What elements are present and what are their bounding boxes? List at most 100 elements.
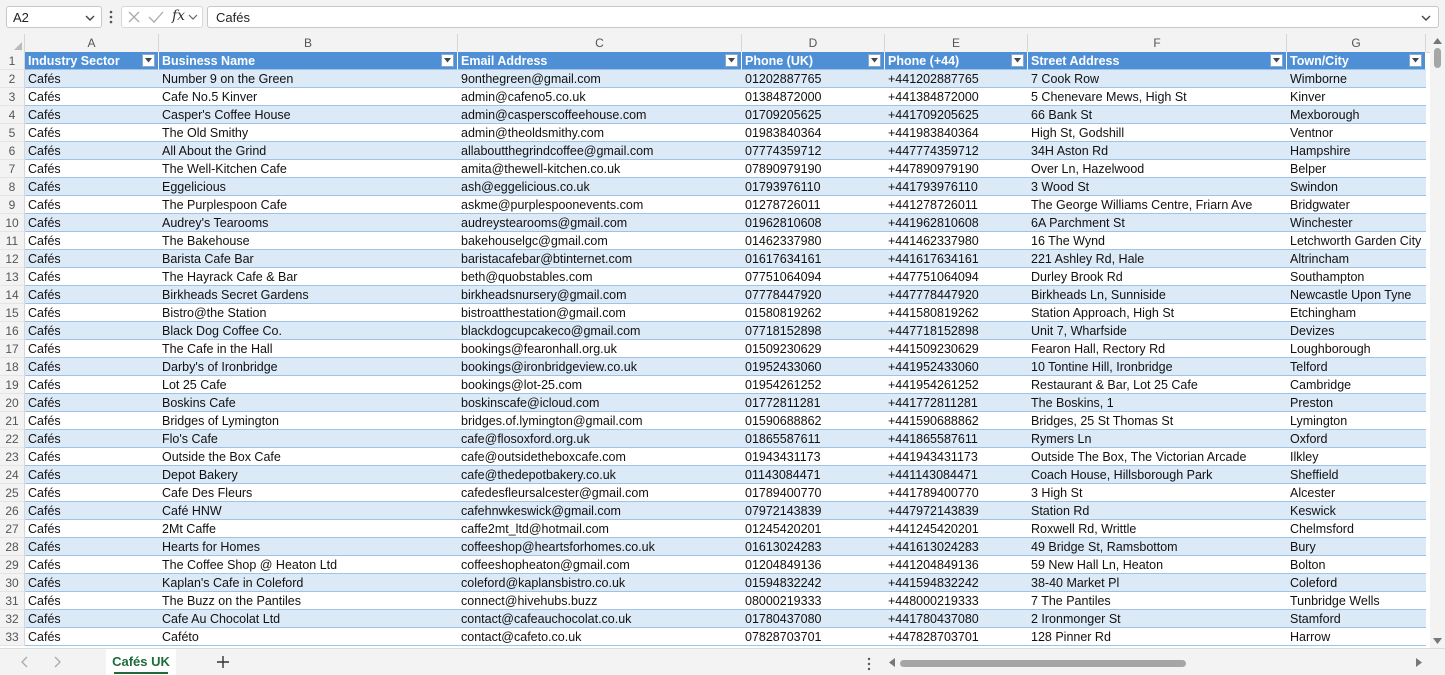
table-cell[interactable]: Café HNW	[159, 502, 458, 520]
row-number[interactable]: 24	[0, 466, 25, 484]
table-cell[interactable]: Cafés	[25, 322, 159, 340]
table-cell[interactable]: +441204849136	[885, 556, 1028, 574]
table-cell[interactable]: baristacafebar@btinternet.com	[458, 250, 742, 268]
table-cell[interactable]: admin@theoldsmithy.com	[458, 124, 742, 142]
column-header-c[interactable]: C	[458, 34, 742, 52]
row-number[interactable]: 4	[0, 106, 25, 124]
table-cell[interactable]: cafe@thedepotbakery.co.uk	[458, 466, 742, 484]
table-cell[interactable]: +447751064094	[885, 268, 1028, 286]
table-cell[interactable]: allaboutthegrindcoffee@gmail.com	[458, 142, 742, 160]
table-cell[interactable]: Cafés	[25, 538, 159, 556]
table-cell[interactable]: Number 9 on the Green	[159, 70, 458, 88]
table-cell[interactable]: coleford@kaplansbistro.co.uk	[458, 574, 742, 592]
scroll-down-icon[interactable]	[1433, 638, 1442, 645]
table-cell[interactable]: 01204849136	[742, 556, 885, 574]
row-number[interactable]: 10	[0, 214, 25, 232]
table-cell[interactable]: cafe@flosoxford.org.uk	[458, 430, 742, 448]
table-cell[interactable]: Devizes	[1287, 322, 1426, 340]
row-number[interactable]: 19	[0, 376, 25, 394]
table-cell[interactable]: Ilkley	[1287, 448, 1426, 466]
table-cell[interactable]: bakehouselgc@gmail.com	[458, 232, 742, 250]
table-cell[interactable]: birkheadsnursery@gmail.com	[458, 286, 742, 304]
chevron-down-icon[interactable]	[84, 12, 96, 24]
table-cell[interactable]: Chelmsford	[1287, 520, 1426, 538]
table-cell[interactable]: Cafés	[25, 394, 159, 412]
table-cell[interactable]: 07774359712	[742, 142, 885, 160]
table-cell[interactable]: The Bakehouse	[159, 232, 458, 250]
table-cell[interactable]: 7 Cook Row	[1028, 70, 1287, 88]
table-cell[interactable]: 07778447920	[742, 286, 885, 304]
table-cell[interactable]: 07751064094	[742, 268, 885, 286]
table-cell[interactable]: +441780437080	[885, 610, 1028, 628]
horizontal-scrollbar[interactable]	[900, 660, 1410, 667]
table-cell[interactable]: Cafés	[25, 466, 159, 484]
row-number[interactable]: 27	[0, 520, 25, 538]
table-cell[interactable]: 66 Bank St	[1028, 106, 1287, 124]
column-title-cell[interactable]: Phone (UK)	[742, 52, 885, 70]
table-cell[interactable]: +441245420201	[885, 520, 1028, 538]
table-cell[interactable]: Cafés	[25, 304, 159, 322]
table-cell[interactable]: +448000219333	[885, 592, 1028, 610]
table-cell[interactable]: Tunbridge Wells	[1287, 592, 1426, 610]
row-number[interactable]: 11	[0, 232, 25, 250]
row-number[interactable]: 18	[0, 358, 25, 376]
table-cell[interactable]: contact@cafeto.co.uk	[458, 628, 742, 646]
table-cell[interactable]: 01590688862	[742, 412, 885, 430]
table-cell[interactable]: Kaplan's Cafe in Coleford	[159, 574, 458, 592]
table-cell[interactable]: +441943431173	[885, 448, 1028, 466]
table-cell[interactable]: 01709205625	[742, 106, 885, 124]
filter-dropdown-button[interactable]	[441, 54, 454, 67]
row-number[interactable]: 5	[0, 124, 25, 142]
table-cell[interactable]: 01462337980	[742, 232, 885, 250]
table-cell[interactable]: 01594832242	[742, 574, 885, 592]
table-cell[interactable]: Cafés	[25, 70, 159, 88]
table-cell[interactable]: Station Approach, High St	[1028, 304, 1287, 322]
table-cell[interactable]: +441143084471	[885, 466, 1028, 484]
table-cell[interactable]: The Old Smithy	[159, 124, 458, 142]
column-header-d[interactable]: D	[742, 34, 885, 52]
table-cell[interactable]: 128 Pinner Rd	[1028, 628, 1287, 646]
column-title-cell[interactable]: Business Name	[159, 52, 458, 70]
select-all-corner[interactable]	[0, 34, 25, 52]
table-cell[interactable]: +441509230629	[885, 340, 1028, 358]
filter-dropdown-button[interactable]	[725, 54, 738, 67]
table-cell[interactable]: Cafés	[25, 412, 159, 430]
table-cell[interactable]: bistroatthestation@gmail.com	[458, 304, 742, 322]
table-cell[interactable]: 221 Ashley Rd, Hale	[1028, 250, 1287, 268]
scroll-up-icon[interactable]	[1433, 37, 1442, 44]
table-cell[interactable]: Cafés	[25, 484, 159, 502]
row-number[interactable]: 2	[0, 70, 25, 88]
table-cell[interactable]: 01143084471	[742, 466, 885, 484]
table-cell[interactable]: Barista Cafe Bar	[159, 250, 458, 268]
table-cell[interactable]: The Purplespoon Cafe	[159, 196, 458, 214]
vertical-scroll-thumb[interactable]	[1434, 48, 1441, 68]
table-cell[interactable]: Depot Bakery	[159, 466, 458, 484]
table-cell[interactable]: 59 New Hall Ln, Heaton	[1028, 556, 1287, 574]
table-cell[interactable]: Cambridge	[1287, 376, 1426, 394]
table-cell[interactable]: 01278726011	[742, 196, 885, 214]
table-cell[interactable]: +441772811281	[885, 394, 1028, 412]
more-options-icon[interactable]	[866, 657, 872, 671]
table-cell[interactable]: connect@hivehubs.buzz	[458, 592, 742, 610]
table-cell[interactable]: +441983840364	[885, 124, 1028, 142]
table-cell[interactable]: Cafe Des Fleurs	[159, 484, 458, 502]
table-cell[interactable]: Durley Brook Rd	[1028, 268, 1287, 286]
table-cell[interactable]: Roxwell Rd, Writtle	[1028, 520, 1287, 538]
row-number[interactable]: 30	[0, 574, 25, 592]
table-cell[interactable]: 49 Bridge St, Ramsbottom	[1028, 538, 1287, 556]
table-cell[interactable]: +447828703701	[885, 628, 1028, 646]
table-cell[interactable]: bookings@ironbridgeview.co.uk	[458, 358, 742, 376]
table-cell[interactable]: +441789400770	[885, 484, 1028, 502]
table-cell[interactable]: Cafés	[25, 286, 159, 304]
table-cell[interactable]: Bridges, 25 St Thomas St	[1028, 412, 1287, 430]
filter-dropdown-button[interactable]	[142, 54, 155, 67]
table-cell[interactable]: 07972143839	[742, 502, 885, 520]
table-cell[interactable]: Altrincham	[1287, 250, 1426, 268]
table-cell[interactable]: Cafe No.5 Kinver	[159, 88, 458, 106]
table-cell[interactable]: cafehnwkeswick@gmail.com	[458, 502, 742, 520]
table-cell[interactable]: The Coffee Shop @ Heaton Ltd	[159, 556, 458, 574]
row-number[interactable]: 13	[0, 268, 25, 286]
table-cell[interactable]: coffeeshop@heartsforhomes.co.uk	[458, 538, 742, 556]
table-cell[interactable]: Caféto	[159, 628, 458, 646]
table-cell[interactable]: Station Rd	[1028, 502, 1287, 520]
